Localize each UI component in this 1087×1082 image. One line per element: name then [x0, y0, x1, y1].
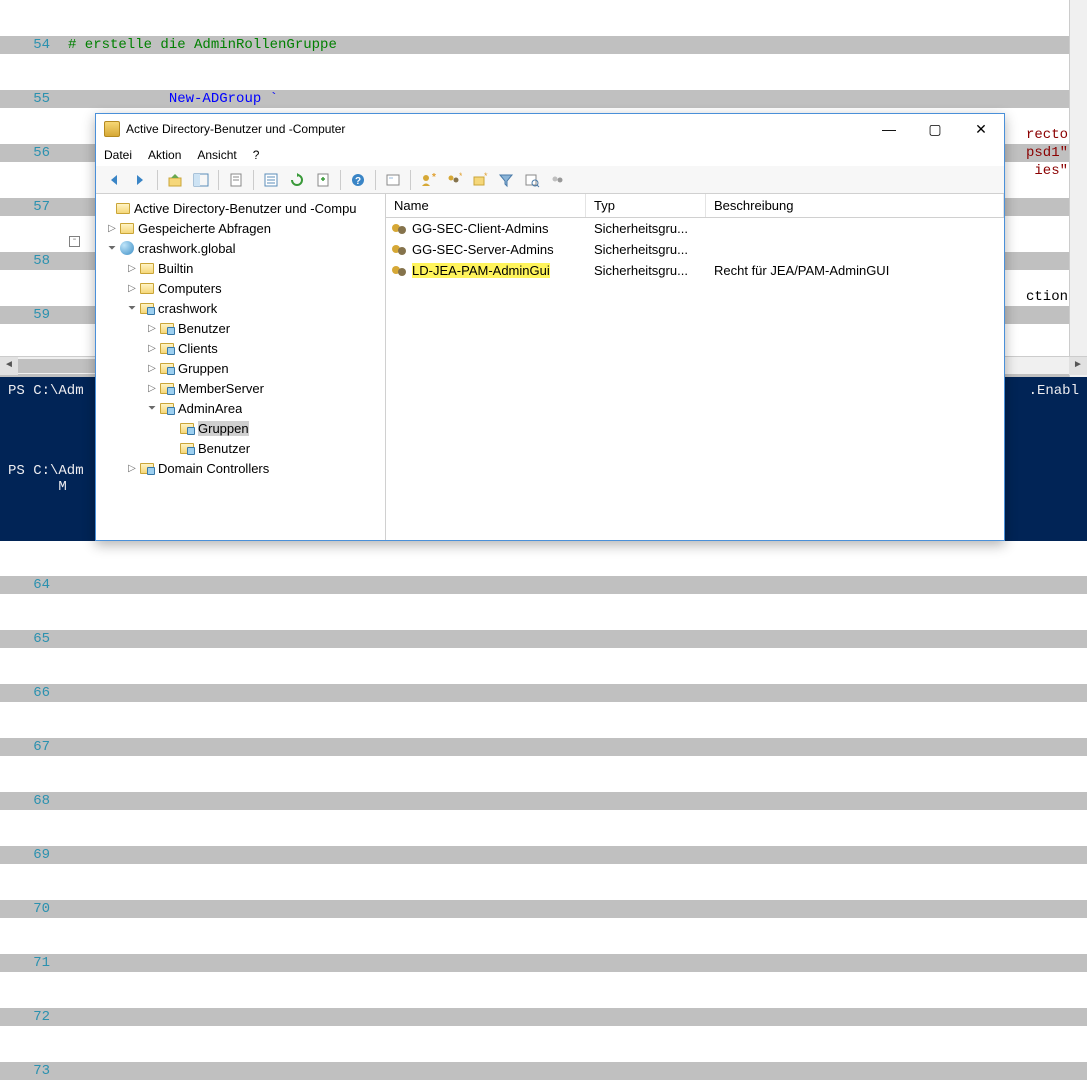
tree-dcs[interactable]: ▷Domain Controllers — [96, 458, 385, 478]
scroll-right-icon[interactable]: ► — [1069, 357, 1087, 375]
menu-action[interactable]: Aktion — [148, 148, 181, 162]
prompt: PS C:\Adm — [8, 383, 84, 399]
minimize-button[interactable]: — — [866, 114, 912, 144]
filter-button[interactable] — [494, 168, 518, 192]
object-list[interactable]: Name Typ Beschreibung GG-SEC-Client-Admi… — [386, 194, 1004, 540]
menu-view[interactable]: Ansicht — [197, 148, 236, 162]
col-name[interactable]: Name — [386, 194, 586, 217]
new-ou-button[interactable]: * — [468, 168, 492, 192]
menu-help[interactable]: ? — [253, 148, 260, 162]
list-item[interactable]: GG-SEC-Client-Admins Sicherheitsgru... — [386, 218, 1004, 239]
svg-text:*: * — [459, 172, 462, 181]
help-button[interactable]: ? — [346, 168, 370, 192]
tree-saved-queries[interactable]: ▷Gespeicherte Abfragen — [96, 218, 385, 238]
find-objects-button[interactable] — [520, 168, 544, 192]
toolbar: ? * * * — [96, 166, 1004, 194]
col-type[interactable]: Typ — [586, 194, 706, 217]
close-button[interactable]: ✕ — [958, 114, 1004, 144]
tree-crashwork[interactable]: ⏷crashwork — [96, 298, 385, 318]
menu-file[interactable]: Datei — [104, 148, 132, 162]
properties-button[interactable] — [259, 168, 283, 192]
show-hide-tree-button[interactable] — [189, 168, 213, 192]
tree-domain[interactable]: ⏷crashwork.global — [96, 238, 385, 258]
list-item-selected[interactable]: LD-JEA-PAM-AdminGui Sicherheitsgru... Re… — [386, 260, 1004, 281]
prompt: PS C:\Adm — [8, 463, 84, 479]
svg-text:?: ? — [355, 176, 361, 187]
list-item[interactable]: GG-SEC-Server-Admins Sicherheitsgru... — [386, 239, 1004, 260]
scroll-left-icon[interactable]: ◄ — [0, 357, 18, 375]
new-user-button[interactable]: * — [416, 168, 440, 192]
window-title: Active Directory-Benutzer und -Computer — [126, 122, 866, 136]
navigation-tree[interactable]: Active Directory-Benutzer und -Compu ▷Ge… — [96, 194, 386, 540]
group-icon — [392, 263, 408, 279]
export-button[interactable] — [311, 168, 335, 192]
col-desc[interactable]: Beschreibung — [706, 194, 1004, 217]
tree-gruppen[interactable]: ▷Gruppen — [96, 358, 385, 378]
clipped-code: recto — [1026, 126, 1068, 144]
aduc-window[interactable]: Active Directory-Benutzer und -Computer … — [95, 113, 1005, 541]
svg-text:*: * — [484, 172, 488, 181]
find-button[interactable] — [381, 168, 405, 192]
tree-builtin[interactable]: ▷Builtin — [96, 258, 385, 278]
back-button[interactable] — [102, 168, 126, 192]
grid-header: Name Typ Beschreibung — [386, 194, 1004, 218]
tree-memberserver[interactable]: ▷MemberServer — [96, 378, 385, 398]
aduc-icon — [104, 121, 120, 137]
add-to-group-button[interactable] — [546, 168, 570, 192]
tree-adminarea-benutzer[interactable]: Benutzer — [96, 438, 385, 458]
tree-adminarea-gruppen[interactable]: Gruppen — [96, 418, 385, 438]
tree-root[interactable]: Active Directory-Benutzer und -Compu — [96, 198, 385, 218]
tree-computers[interactable]: ▷Computers — [96, 278, 385, 298]
group-icon — [392, 242, 408, 258]
refresh-button[interactable] — [285, 168, 309, 192]
group-icon — [392, 221, 408, 237]
cut-button[interactable] — [224, 168, 248, 192]
fold-marker[interactable]: - — [69, 236, 80, 247]
svg-text:*: * — [432, 172, 436, 183]
titlebar[interactable]: Active Directory-Benutzer und -Computer … — [96, 114, 1004, 144]
new-group-button[interactable]: * — [442, 168, 466, 192]
tree-clients[interactable]: ▷Clients — [96, 338, 385, 358]
up-button[interactable] — [163, 168, 187, 192]
line-number: 54 — [0, 36, 68, 54]
tree-benutzer[interactable]: ▷Benutzer — [96, 318, 385, 338]
tree-adminarea[interactable]: ⏷AdminArea — [96, 398, 385, 418]
menubar: Datei Aktion Ansicht ? — [96, 144, 1004, 166]
forward-button[interactable] — [128, 168, 152, 192]
maximize-button[interactable]: ▢ — [912, 114, 958, 144]
